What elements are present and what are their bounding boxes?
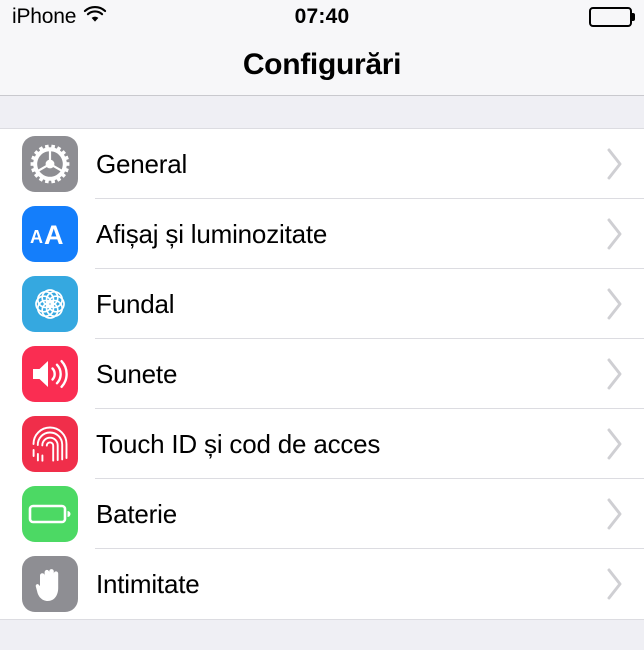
battery-icon (589, 7, 632, 27)
chevron-right-icon (604, 495, 626, 533)
speaker-volume-icon (22, 346, 78, 402)
gear-icon (22, 136, 78, 192)
settings-row-baterie[interactable]: Baterie (0, 479, 644, 549)
settings-row-label: Afișaj și luminozitate (96, 219, 604, 250)
settings-row-label: Touch ID și cod de acces (96, 429, 604, 460)
chevron-right-icon (604, 425, 626, 463)
svg-text:A: A (44, 220, 64, 250)
table-top-spacer (0, 96, 644, 129)
chevron-right-icon (604, 285, 626, 323)
wallpaper-flower-icon (22, 276, 78, 332)
chevron-right-icon (604, 215, 626, 253)
settings-row-label: Sunete (96, 359, 604, 390)
settings-screen: iPhone 07:40 Configurări (0, 0, 644, 650)
chevron-right-icon (604, 565, 626, 603)
table-bottom-spacer (0, 620, 644, 650)
status-bar-left: iPhone (12, 5, 107, 29)
page-title: Configurări (243, 48, 401, 82)
status-bar-right (589, 7, 632, 27)
fingerprint-icon (22, 416, 78, 472)
settings-row-label: Baterie (96, 499, 604, 530)
settings-row-sunete[interactable]: Sunete (0, 339, 644, 409)
settings-row-touch-id-si-cod-de-acces[interactable]: Touch ID și cod de acces (0, 409, 644, 479)
settings-row-label: General (96, 149, 604, 180)
settings-row-afisaj-si-luminozitate[interactable]: A A Afișaj și luminozitate (0, 199, 644, 269)
settings-table: General A A Afișaj și luminozitate Funda… (0, 129, 644, 619)
battery-icon (22, 486, 78, 542)
settings-row-label: Fundal (96, 289, 604, 320)
settings-row-fundal[interactable]: Fundal (0, 269, 644, 339)
settings-row-intimitate[interactable]: Intimitate (0, 549, 644, 619)
navigation-bar: Configurări (0, 34, 644, 96)
text-size-aa-icon: A A (22, 206, 78, 262)
settings-row-general[interactable]: General (0, 129, 644, 199)
chevron-right-icon (604, 355, 626, 393)
settings-row-label: Intimitate (96, 569, 604, 600)
wifi-icon (83, 6, 107, 29)
status-bar: iPhone 07:40 (0, 0, 644, 34)
carrier-label: iPhone (12, 5, 76, 29)
chevron-right-icon (604, 145, 626, 183)
hand-privacy-icon (22, 556, 78, 612)
svg-text:A: A (30, 227, 43, 247)
